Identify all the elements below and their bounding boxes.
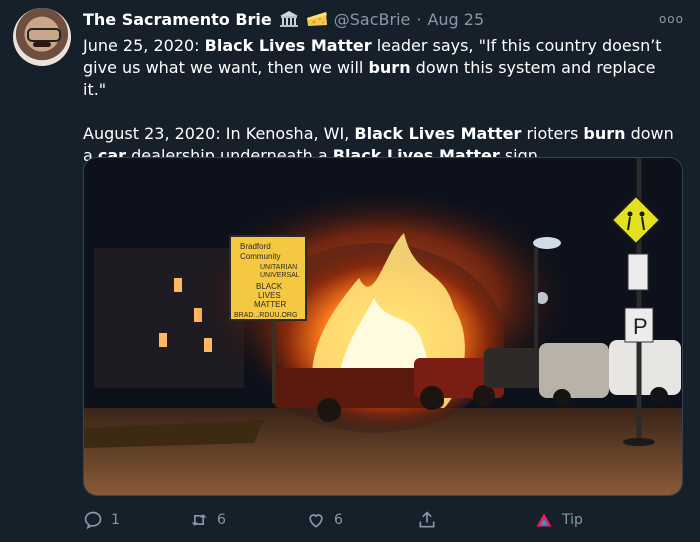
sign-line-2: Community bbox=[240, 252, 280, 261]
sign-line-4: UNIVERSAL bbox=[260, 272, 300, 279]
author-name[interactable]: The Sacramento Brie bbox=[83, 10, 272, 29]
avatar-mustache bbox=[33, 42, 51, 47]
tip-label: Tip bbox=[562, 512, 583, 528]
like-count: 6 bbox=[334, 512, 343, 528]
parking-sign-letter: P bbox=[633, 314, 648, 339]
sign-line-8: BRAD...RDUU.ORG bbox=[234, 312, 297, 319]
retweet-icon bbox=[191, 514, 207, 526]
cheese-icon bbox=[306, 9, 328, 29]
reply-button[interactable]: 1 bbox=[83, 505, 120, 535]
retweet-button[interactable]: 6 bbox=[189, 505, 226, 535]
tweet-actions: 1 6 6 Tip bbox=[83, 505, 683, 535]
classical-building-icon bbox=[278, 9, 300, 29]
retweet-count: 6 bbox=[217, 512, 226, 528]
sign-line-5: BLACK bbox=[256, 282, 283, 291]
sign-line-7: MATTER bbox=[254, 300, 287, 309]
reply-count: 1 bbox=[111, 512, 120, 528]
sign-line-1: Bradford bbox=[240, 242, 271, 251]
share-button[interactable] bbox=[417, 505, 437, 535]
tweet-header: The Sacramento Brie @SacBrie · Aug 25 bbox=[83, 9, 484, 29]
more-options-icon[interactable]: ooo bbox=[659, 12, 684, 26]
tweet-text: June 25, 2020: Black Lives Matter leader… bbox=[83, 35, 683, 167]
like-button[interactable]: 6 bbox=[306, 505, 343, 535]
sign-line-6: LIVES bbox=[258, 291, 281, 300]
separator-dot: · bbox=[416, 9, 422, 29]
author-handle[interactable]: @SacBrie bbox=[334, 10, 411, 29]
tweet-paragraph-1: June 25, 2020: Black Lives Matter leader… bbox=[83, 36, 662, 99]
heart-icon bbox=[309, 514, 323, 528]
sign-line-3: UNITARIAN bbox=[260, 264, 297, 271]
share-icon bbox=[419, 511, 435, 528]
tip-icon bbox=[536, 513, 552, 527]
tweet-timestamp[interactable]: Aug 25 bbox=[427, 10, 484, 29]
tip-button[interactable]: Tip bbox=[534, 505, 583, 535]
avatar-glasses bbox=[27, 28, 61, 42]
reply-icon bbox=[84, 511, 102, 530]
tweet-media-photo[interactable]: Bradford Community UNITARIAN UNIVERSAL B… bbox=[83, 157, 683, 496]
avatar[interactable] bbox=[13, 8, 71, 66]
